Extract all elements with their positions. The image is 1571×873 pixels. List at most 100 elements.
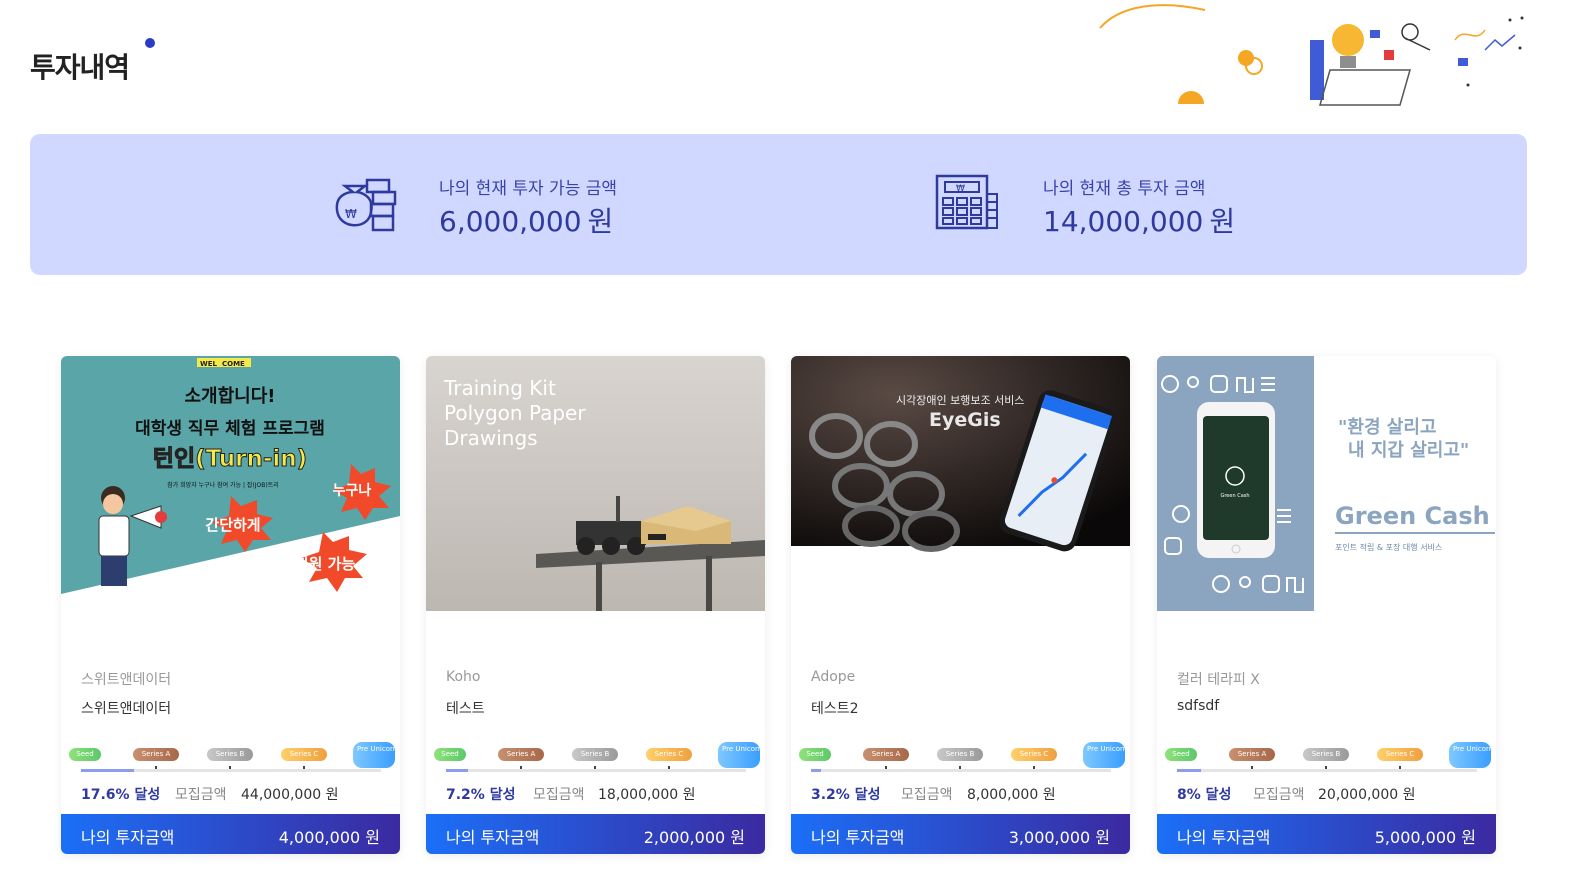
stage-seed: Seed (69, 748, 101, 761)
progress-tick (885, 766, 887, 769)
progress-fill (446, 769, 468, 772)
total-amount-value: 14,000,000 원 (1043, 200, 1235, 240)
progress-tick (1399, 766, 1401, 769)
image-line1: 시각장애인 보행보조 서비스 (896, 394, 1024, 407)
my-investment-label: 나의 투자금액 (1177, 828, 1271, 847)
burst-3-text: 지원 가능 (295, 555, 356, 573)
calculator-icon: ₩ (935, 174, 998, 230)
card-thumbnail[interactable]: Training Kit Polygon Paper Drawings (426, 356, 765, 611)
card-thumbnail[interactable]: Green Cash "환경 살리고 내 지갑 살리고" Green Cash … (1157, 356, 1496, 611)
money-bag-icon: ₩ (335, 178, 397, 232)
company-name: Adope (811, 669, 856, 685)
investment-history-page: 투자내역 ₩ 나의 현재 투자 가능 금액 6,000,000 원 ₩ 나의 현… (0, 0, 1571, 873)
achievement-percent: 7.2% 달성 (446, 787, 516, 803)
progress-tick (155, 766, 157, 769)
progress-tick (668, 766, 670, 769)
card-thumbnail[interactable]: 시각장애인 보행보조 서비스 EyeGis (791, 356, 1130, 611)
my-investment-label: 나의 투자금액 (811, 828, 905, 847)
turn-in-poster-image: WEL COME 소개합니다! 대학생 직무 체험 프로그램 턴인(Turn-i… (61, 358, 400, 611)
phone-brand-text: Green Cash (1220, 493, 1249, 499)
funding-stages: Seed Series A Series B Series C Pre Unic… (1165, 742, 1493, 768)
project-name: 스위트앤데이터 (81, 701, 172, 717)
progress-fill (81, 769, 134, 772)
total-amount-number: 14,000,000 (1043, 205, 1204, 238)
available-amount-unit: 원 (587, 205, 614, 238)
company-name: 스위트앤데이터 (81, 672, 172, 688)
progress-bar (446, 769, 746, 772)
badge-right-text: COME (222, 360, 245, 368)
progress-bar (81, 769, 381, 772)
my-investment-label: 나의 투자금액 (81, 828, 175, 847)
image-line2: EyeGis (929, 409, 1001, 431)
available-amount-label: 나의 현재 투자 가능 금액 (439, 179, 618, 199)
progress-tick (594, 766, 596, 769)
progress-tick (229, 766, 231, 769)
stage-seed: Seed (434, 748, 466, 761)
investment-card[interactable]: 시각장애인 보행보조 서비스 EyeGis Adope 테스트2 Seed Se… (791, 356, 1130, 854)
stage-series-c: Series C (1011, 748, 1057, 761)
company-name: 컬러 테라피 X (1177, 672, 1260, 688)
my-investment-amount: 2,000,000 원 (643, 828, 745, 847)
investment-card[interactable]: Training Kit Polygon Paper Drawings Koho… (426, 356, 765, 854)
stage-pre-unicorn: Pre Unicorn (353, 742, 397, 768)
progress-tick (1033, 766, 1035, 769)
svg-text:₩: ₩ (956, 184, 965, 194)
project-name: sdfsdf (1177, 698, 1220, 714)
goal-label: 모집금액 (175, 787, 227, 803)
my-investment-amount: 4,000,000 원 (278, 828, 380, 847)
badge-left-text: WEL (200, 360, 218, 368)
stage-series-b: Series B (937, 748, 983, 761)
stage-series-a: Series A (1229, 748, 1275, 761)
progress-bar (1177, 769, 1477, 772)
stage-series-c: Series C (1377, 748, 1423, 761)
page-title: 투자내역 (30, 51, 130, 84)
stage-pre-unicorn: Pre Unicorn (718, 742, 762, 768)
stage-series-a: Series A (498, 748, 544, 761)
quote-line2: 내 지갑 살리고" (1348, 440, 1469, 461)
goal-amount: 8,000,000 원 (967, 787, 1056, 803)
quote-line1: "환경 살리고 (1338, 416, 1436, 438)
investment-card[interactable]: Green Cash "환경 살리고 내 지갑 살리고" Green Cash … (1157, 356, 1496, 854)
card-thumbnail[interactable]: WEL COME 소개합니다! 대학생 직무 체험 프로그램 턴인(Turn-i… (61, 356, 400, 611)
poster-line1: 소개합니다! (184, 385, 275, 407)
stage-series-c: Series C (281, 748, 327, 761)
my-investment-label: 나의 투자금액 (446, 828, 540, 847)
progress-fill (1177, 769, 1201, 772)
my-investment-amount: 3,000,000 원 (1008, 828, 1110, 847)
progress-fill (811, 769, 821, 772)
poster-line3: 턴인(Turn-in) (153, 446, 307, 472)
stage-series-b: Series B (1303, 748, 1349, 761)
total-amount-unit: 원 (1209, 205, 1236, 238)
achievement-percent: 8% 달성 (1177, 787, 1232, 803)
progress-tick (1251, 766, 1253, 769)
burst-2-text: 간단하게 (205, 516, 260, 534)
investment-summary-panel: ₩ 나의 현재 투자 가능 금액 6,000,000 원 ₩ 나의 현재 총 투… (30, 134, 1527, 275)
stage-series-c: Series C (646, 748, 692, 761)
green-cash-image: Green Cash "환경 살리고 내 지갑 살리고" Green Cash … (1157, 356, 1495, 611)
stage-series-a: Series A (863, 748, 909, 761)
goal-amount: 20,000,000 원 (1318, 787, 1416, 803)
stage-series-b: Series B (207, 748, 253, 761)
stage-pre-unicorn: Pre Unicorn (1449, 742, 1493, 768)
goal-label: 모집금액 (901, 787, 953, 803)
image-line2: Polygon Paper (444, 401, 586, 425)
stage-pre-unicorn: Pre Unicorn (1083, 742, 1127, 768)
goal-amount: 44,000,000 원 (241, 787, 339, 803)
stage-seed: Seed (1165, 748, 1197, 761)
my-investment-bar: 나의 투자금액 2,000,000 원 (426, 814, 765, 854)
company-name: Koho (446, 669, 481, 685)
burst-1-text: 누구나 (333, 483, 372, 499)
investment-card[interactable]: WEL COME 소개합니다! 대학생 직무 체험 프로그램 턴인(Turn-i… (61, 356, 400, 854)
goal-label: 모집금액 (533, 787, 585, 803)
funding-stages: Seed Series A Series B Series C Pre Unic… (434, 742, 762, 768)
goal-label: 모집금액 (1253, 787, 1305, 803)
title-dot (145, 38, 155, 48)
goal-amount: 18,000,000 원 (598, 787, 696, 803)
my-investment-bar: 나의 투자금액 5,000,000 원 (1157, 814, 1496, 854)
progress-tick (1325, 766, 1327, 769)
brand-name: Green Cash (1335, 502, 1490, 530)
achievement-percent: 3.2% 달성 (811, 787, 881, 803)
poster-line4: 참가 희망자 누구나 참여 가능 | 잡(JOB)트리 (167, 481, 279, 489)
progress-tick (520, 766, 522, 769)
funding-stages: Seed Series A Series B Series C Pre Unic… (69, 742, 397, 768)
